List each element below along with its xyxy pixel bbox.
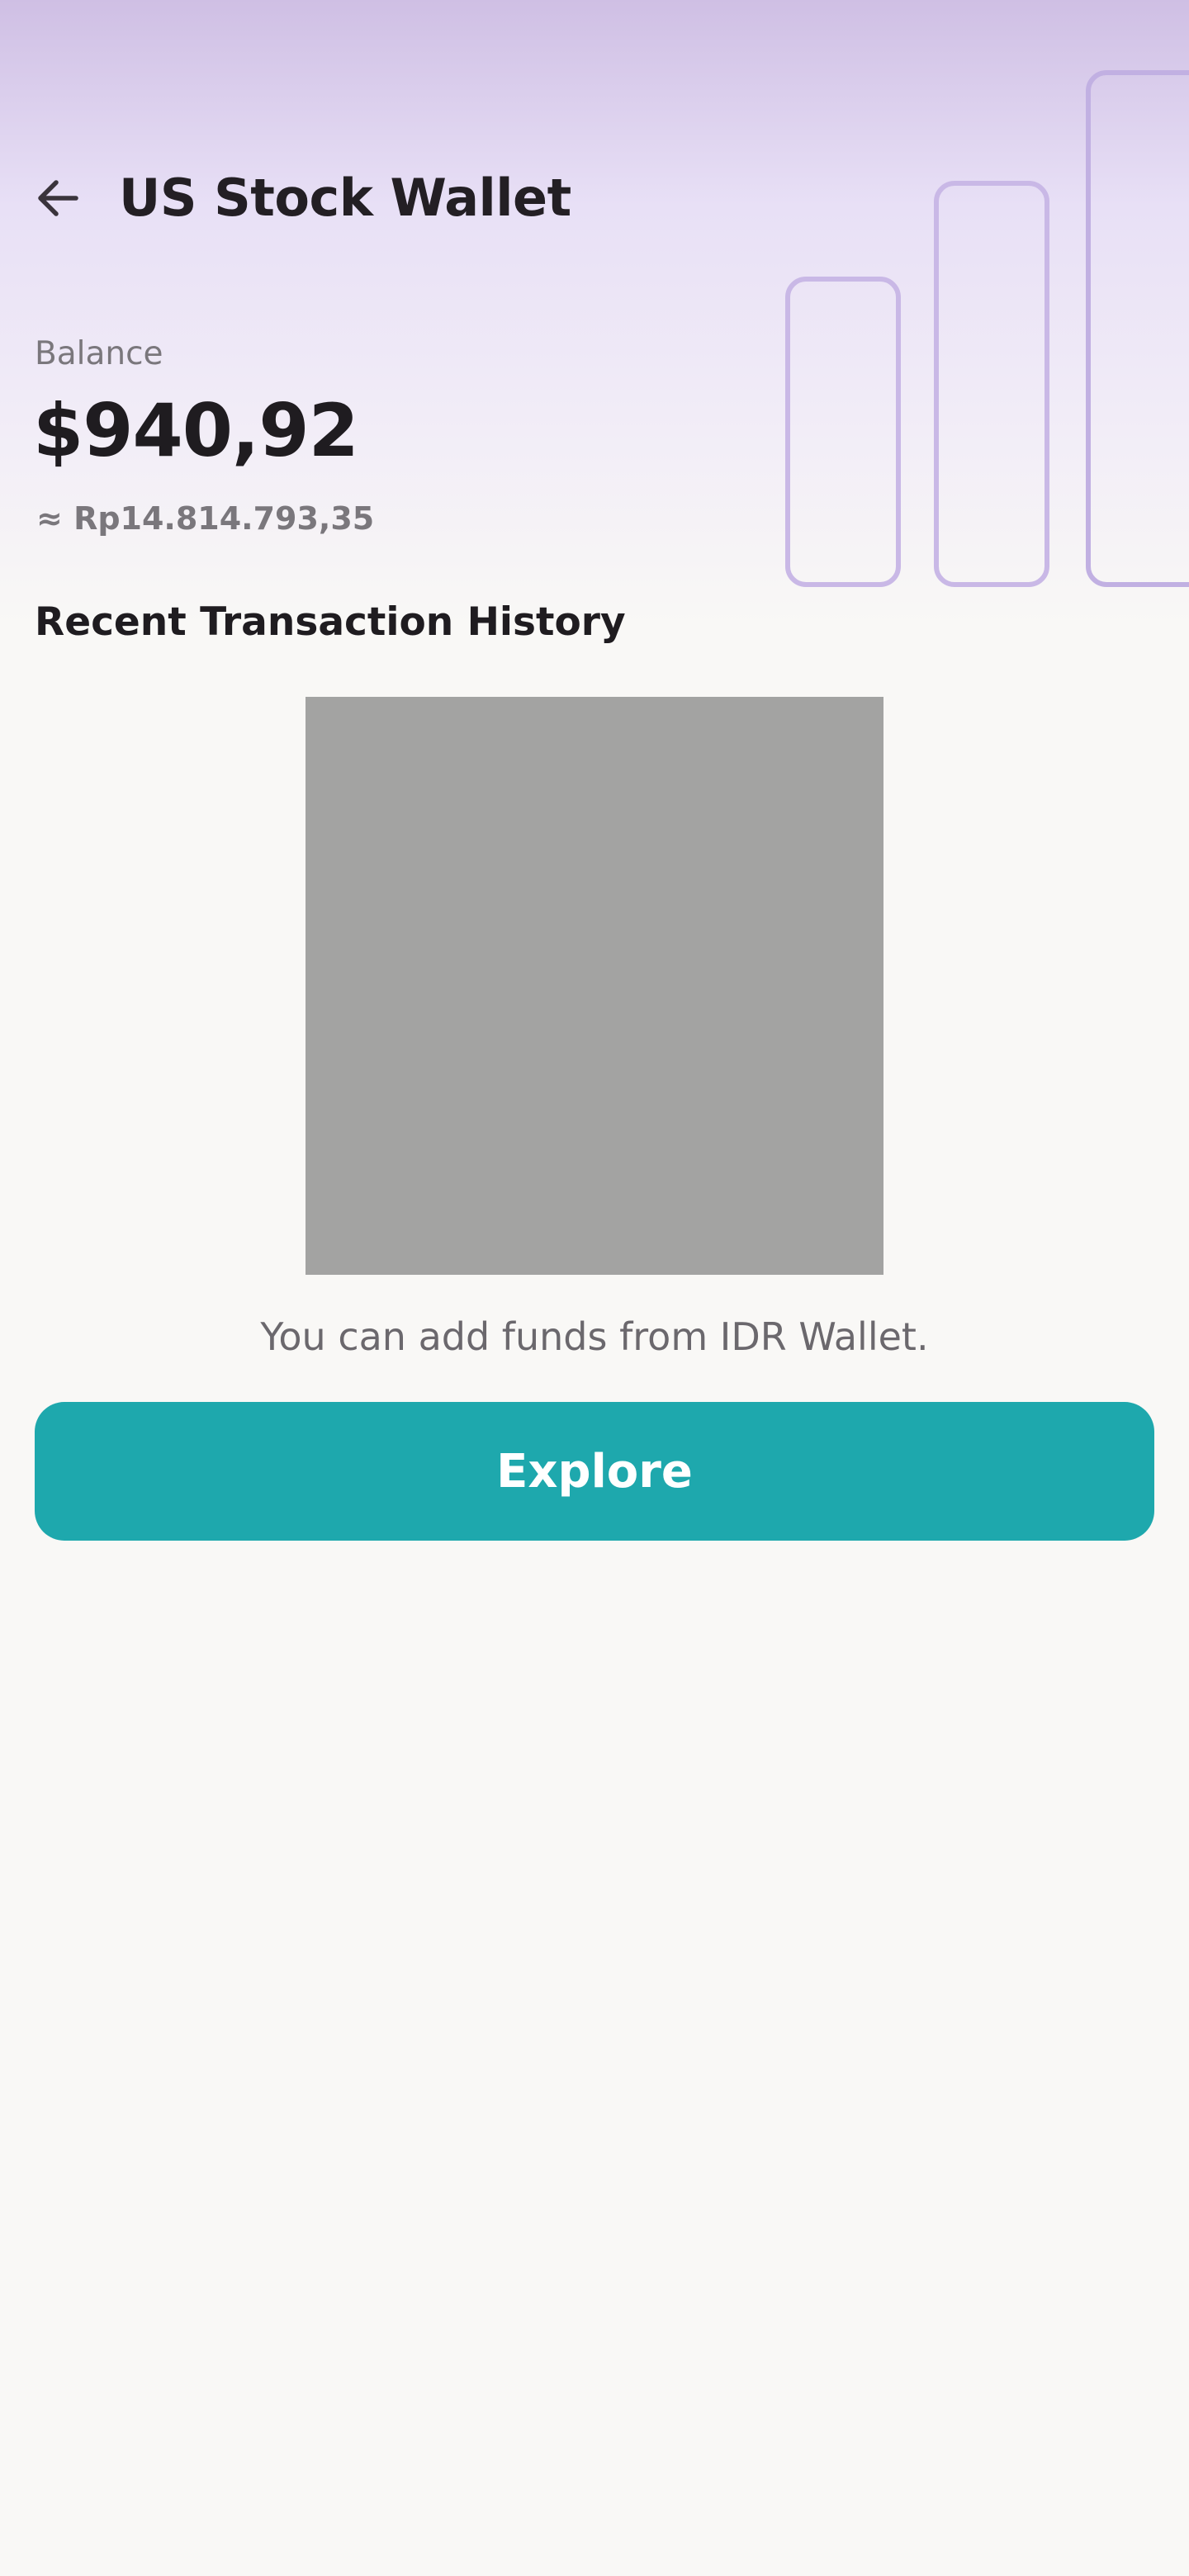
recent-transaction-history-title: Recent Transaction History [35,599,626,645]
decoration-bar-short [785,277,901,587]
page-title: US Stock Wallet [119,168,571,228]
decoration-bar-tall [1086,70,1189,587]
balance-label: Balance [35,335,163,372]
empty-state-message: You can add funds from IDR Wallet. [260,1314,929,1359]
empty-state-illustration [306,697,883,1275]
decoration-bar-medium [934,181,1049,587]
balance-amount: $940,92 [33,388,359,473]
back-button[interactable] [25,165,91,231]
balance-idr-equivalent: ≈ Rp14.814.793,35 [36,500,375,537]
arrow-left-icon [38,180,78,216]
explore-button[interactable]: Explore [35,1402,1154,1541]
